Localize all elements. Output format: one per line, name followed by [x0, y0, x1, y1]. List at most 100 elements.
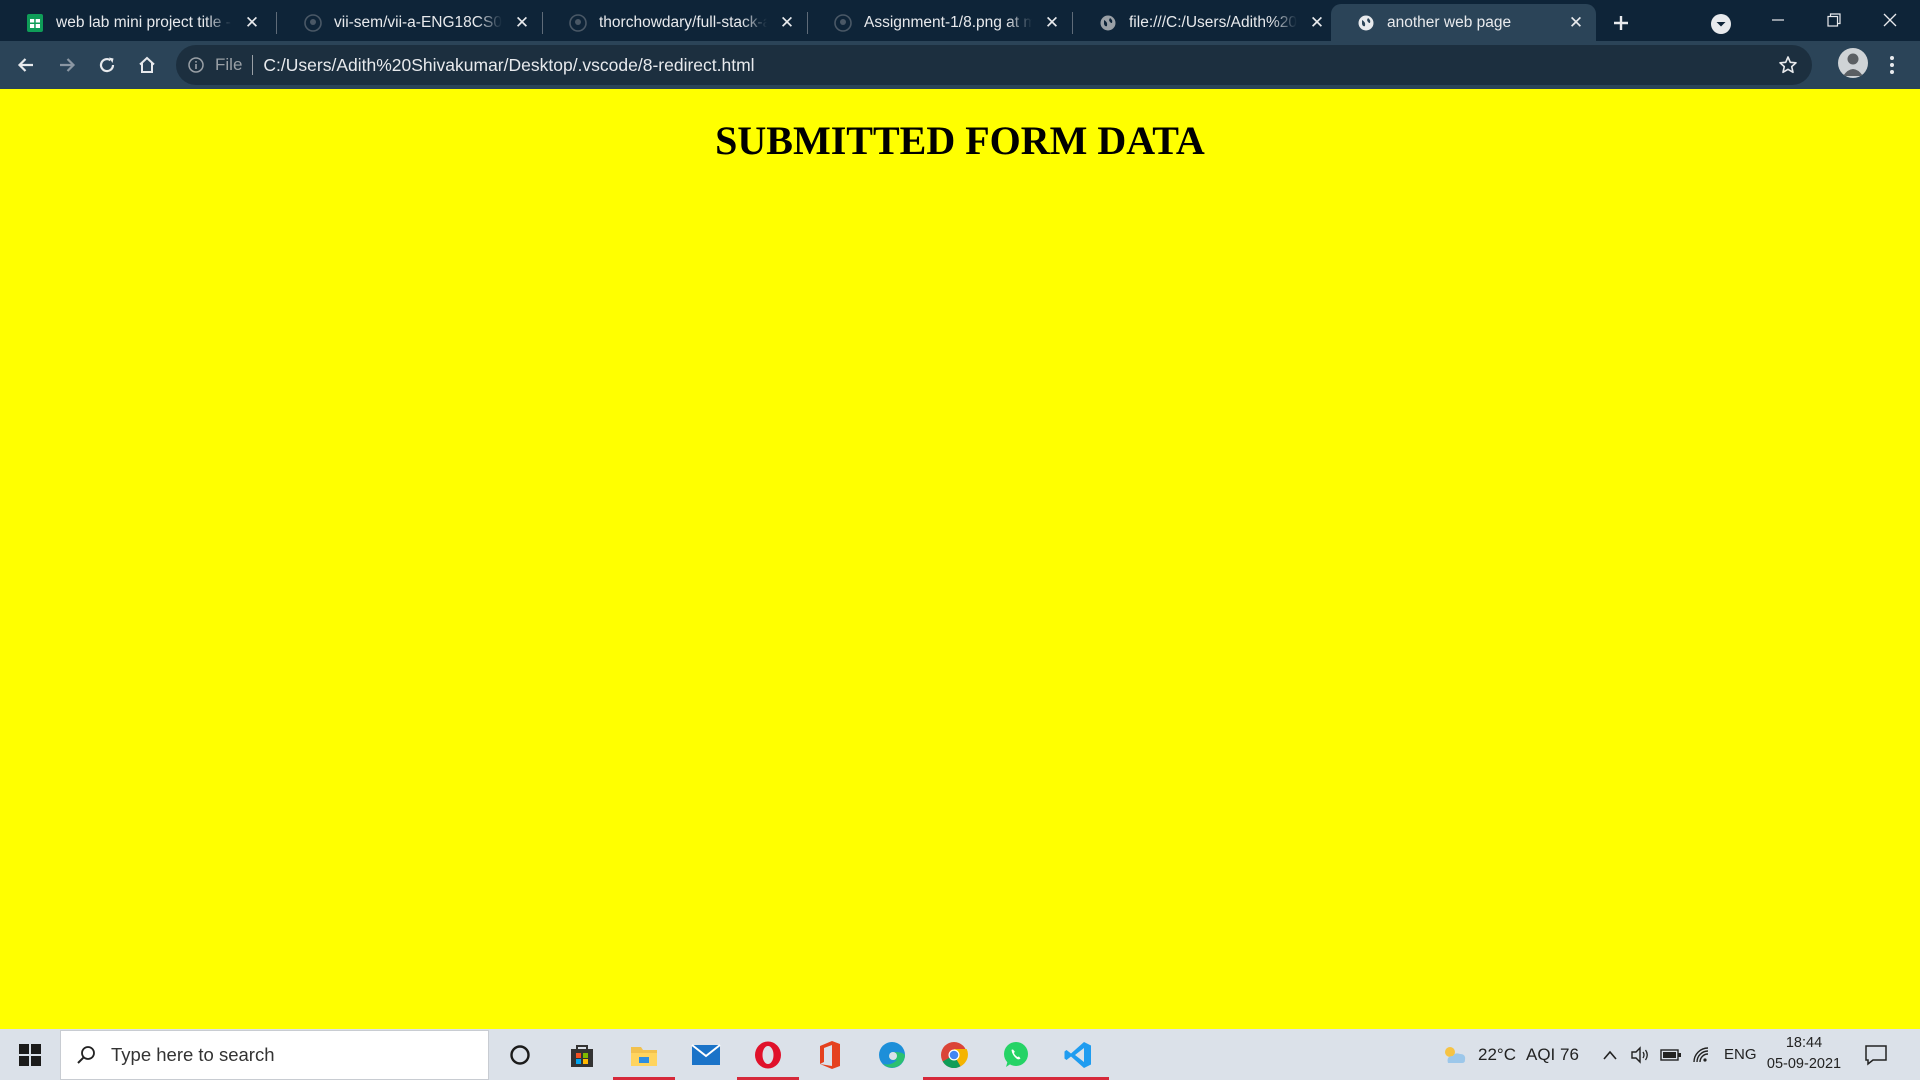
restore-button[interactable] — [1806, 0, 1862, 40]
address-bar[interactable]: File C:/Users/Adith%20Shivakumar/Desktop… — [176, 45, 1812, 85]
notification-icon — [1865, 1045, 1887, 1066]
windows-taskbar: Type here to search 22°C AQI 76 ENG 18:4… — [0, 1029, 1920, 1080]
arrow-right-icon — [60, 58, 76, 72]
taskbar-search-box[interactable]: Type here to search — [60, 1030, 489, 1080]
chrome-icon — [941, 1041, 968, 1068]
taskbar-app-mail[interactable] — [675, 1029, 737, 1080]
chevron-up-icon — [1603, 1050, 1617, 1060]
url-scheme-label: File — [215, 55, 243, 74]
page-heading: SUBMITTED FORM DATA — [715, 118, 1205, 163]
back-button[interactable] — [10, 49, 42, 81]
reload-button[interactable] — [91, 49, 123, 81]
battery-button[interactable] — [1660, 1029, 1682, 1080]
taskbar-clock[interactable]: 18:44 05-09-2021 — [1760, 1033, 1848, 1075]
forward-button[interactable] — [51, 49, 83, 81]
more-vertical-icon — [1890, 56, 1894, 74]
whatsapp-icon — [1004, 1041, 1028, 1067]
close-icon[interactable]: ✕ — [1305, 11, 1329, 35]
close-icon[interactable]: ✕ — [775, 11, 799, 35]
tray-overflow-button[interactable] — [1602, 1029, 1618, 1080]
globe-icon — [1098, 13, 1117, 32]
taskbar-app-edge[interactable] — [861, 1029, 923, 1080]
clock-time: 18:44 — [1785, 1035, 1823, 1051]
tab-strip: web lab mini project title - G ✕ vii-sem… — [0, 0, 1920, 41]
taskbar-app-whatsapp[interactable] — [985, 1029, 1047, 1080]
taskbar-app-file-explorer[interactable] — [613, 1029, 675, 1080]
globe-icon — [1356, 13, 1375, 32]
volume-button[interactable] — [1630, 1029, 1650, 1080]
language-label: ENG — [1724, 1046, 1757, 1063]
github-icon — [303, 13, 322, 32]
taskbar-app-store[interactable] — [551, 1029, 613, 1080]
home-icon — [139, 56, 155, 73]
close-icon[interactable]: ✕ — [240, 11, 264, 35]
taskbar-app-vscode[interactable] — [1047, 1029, 1109, 1080]
input-language-indicator[interactable]: ENG — [1724, 1029, 1757, 1080]
info-icon[interactable] — [186, 55, 206, 75]
sheets-icon — [25, 13, 44, 32]
minimize-icon — [1772, 19, 1784, 21]
file-explorer-icon — [631, 1046, 657, 1066]
close-icon — [1883, 13, 1897, 27]
home-button[interactable] — [131, 49, 163, 81]
tab-github-full-stack[interactable]: thorchowdary/full-stack-ass ✕ — [543, 4, 807, 41]
weather-icon — [1445, 1046, 1466, 1063]
weather-aqi: AQI 76 — [1525, 1044, 1579, 1064]
mail-icon — [691, 1043, 721, 1065]
reload-icon — [99, 57, 115, 73]
weather-widget[interactable]: 22°C AQI 76 — [1440, 1029, 1579, 1080]
wifi-icon — [1693, 1046, 1709, 1062]
plus-icon — [1614, 16, 1628, 30]
tab-title: web lab mini project title - G — [56, 13, 232, 31]
office-icon — [820, 1040, 840, 1069]
taskbar-app-chrome[interactable] — [923, 1029, 985, 1080]
start-button[interactable] — [0, 1029, 60, 1080]
profile-avatar[interactable] — [1838, 48, 1868, 78]
search-icon — [75, 1044, 97, 1066]
store-icon — [571, 1044, 593, 1067]
tab-sheets[interactable]: web lab mini project title - G ✕ — [0, 4, 272, 41]
tab-file[interactable]: file:///C:/Users/Adith%20Sh ✕ — [1073, 4, 1337, 41]
vscode-icon — [1064, 1041, 1091, 1068]
arrow-left-icon — [17, 58, 33, 72]
tab-title: another web page — [1387, 13, 1512, 31]
bookmark-star-icon[interactable] — [1776, 53, 1800, 77]
edge-icon — [879, 1041, 905, 1068]
clock-date: 05-09-2021 — [1766, 1056, 1842, 1072]
tab-github-vii-sem[interactable]: vii-sem/vii-a-ENG18CS0011 ✕ — [278, 4, 542, 41]
tab-title: file:///C:/Users/Adith%20Sh — [1129, 13, 1297, 31]
taskbar-app-opera[interactable] — [737, 1029, 799, 1080]
close-window-button[interactable] — [1862, 0, 1918, 40]
battery-icon — [1660, 1048, 1681, 1061]
chevron-down-icon — [1711, 14, 1731, 34]
tab-title: Assignment-1/8.png at main — [864, 13, 1032, 31]
cortana-button[interactable] — [489, 1029, 551, 1080]
tab-search-button[interactable] — [1705, 8, 1737, 40]
windows-logo-icon — [19, 1043, 41, 1066]
tab-github-assignment[interactable]: Assignment-1/8.png at main ✕ — [808, 4, 1072, 41]
browser-toolbar: File C:/Users/Adith%20Shivakumar/Desktop… — [0, 41, 1920, 89]
close-icon[interactable]: ✕ — [1040, 11, 1064, 35]
volume-icon — [1631, 1045, 1648, 1064]
new-tab-button[interactable] — [1606, 8, 1636, 38]
taskbar-app-office[interactable] — [799, 1029, 861, 1080]
github-icon — [568, 13, 587, 32]
page-viewport: SUBMITTED FORM DATA — [0, 89, 1920, 1029]
minimize-button[interactable] — [1750, 0, 1806, 40]
tab-another-web-page[interactable]: another web page ✕ — [1331, 4, 1596, 41]
opera-icon — [755, 1041, 781, 1068]
omnibox-divider — [252, 55, 254, 75]
search-placeholder: Type here to search — [111, 1044, 275, 1065]
tab-separator — [276, 12, 277, 34]
chrome-menu-button[interactable] — [1876, 49, 1908, 81]
network-button[interactable] — [1692, 1029, 1712, 1080]
cortana-icon — [510, 1044, 530, 1065]
weather-temperature: 22°C — [1478, 1044, 1516, 1064]
tab-title: vii-sem/vii-a-ENG18CS0011 — [334, 13, 502, 31]
tab-title: thorchowdary/full-stack-ass — [599, 13, 767, 31]
github-icon — [833, 13, 852, 32]
notification-center-button[interactable] — [1862, 1041, 1890, 1069]
close-icon[interactable]: ✕ — [1564, 11, 1588, 35]
close-icon[interactable]: ✕ — [510, 11, 534, 35]
url-text[interactable]: C:/Users/Adith%20Shivakumar/Desktop/.vsc… — [263, 55, 754, 76]
